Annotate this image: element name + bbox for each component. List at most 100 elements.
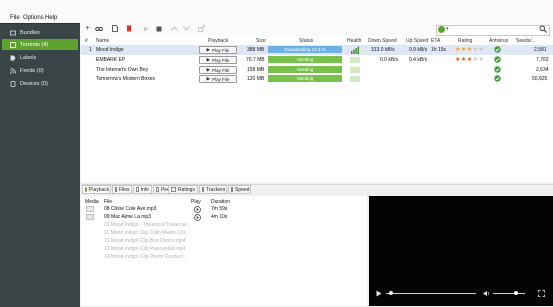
sidebar-item-label: Feeds (0) <box>20 67 44 74</box>
col-health[interactable]: Health <box>347 38 361 44</box>
health-bar <box>350 67 360 73</box>
file-name: 14 Mood Indigo Clip Pierre Conduct... <box>104 254 188 260</box>
health-bar <box>350 57 360 63</box>
file-name: 12 Mood Indigo Clip Bop Dance.mp4 <box>104 238 186 244</box>
files-col-file: File <box>104 199 113 205</box>
tab-speed[interactable]: Speed <box>228 185 251 194</box>
col-size[interactable]: Size <box>256 38 266 44</box>
speed-icon <box>231 187 233 192</box>
play-file-label: Play File <box>212 67 230 73</box>
file-duration: 4m 10s <box>211 214 228 220</box>
tab-label: Playback <box>89 186 110 193</box>
chevron-down-icon[interactable]: ▾ <box>446 26 449 32</box>
tab-label: Ratings <box>178 186 195 193</box>
antivirus-check-icon <box>494 46 501 55</box>
row-size: 158 MB <box>247 67 265 73</box>
play-icon[interactable] <box>376 290 382 299</box>
row-up-speed: 0.9 kB/s <box>409 47 428 53</box>
tab-playback[interactable]: Playback <box>82 185 111 194</box>
move-down-icon[interactable] <box>182 24 191 33</box>
tab-trackers[interactable]: Trackers <box>199 185 227 194</box>
torrents-icon <box>10 41 16 48</box>
start-icon[interactable] <box>141 24 150 33</box>
search-icon[interactable] <box>539 25 547 35</box>
antivirus-check-icon <box>494 56 501 65</box>
col-antivirus[interactable]: Antivirus <box>489 38 508 44</box>
rss-icon <box>10 67 16 74</box>
play-file-label: Play File <box>212 47 230 53</box>
sidebar-item-label: Torrents (4) <box>20 41 49 48</box>
volume-slider[interactable] <box>493 293 525 294</box>
play-file-button[interactable]: ▶ Play File <box>199 66 237 74</box>
play-icon: ▶ <box>206 47 211 52</box>
files-col-media: Media <box>85 199 99 205</box>
fullscreen-icon[interactable] <box>538 290 545 299</box>
tab-ratings[interactable]: Ratings <box>168 185 198 194</box>
file-name: 09 Mac Aime La.mp3 <box>104 214 151 220</box>
status-badge: Seeding <box>268 66 342 73</box>
tab-info[interactable]: Info <box>133 185 152 194</box>
search-input[interactable] <box>436 25 550 36</box>
add-icon[interactable]: + <box>83 24 92 33</box>
file-name: 01 Mood Indigo - Theatrical Trailer.av..… <box>104 222 191 228</box>
volume-icon[interactable] <box>483 290 490 299</box>
peers-icon <box>156 187 159 192</box>
col-status[interactable]: Status <box>299 38 313 44</box>
rating-stars[interactable]: ★★★★★ <box>455 56 484 63</box>
row-name: Mood Indigo <box>96 47 124 53</box>
row-seeds: 2,634 <box>536 67 549 73</box>
menu-options[interactable]: Options <box>23 15 44 21</box>
col-name[interactable]: Name <box>96 38 109 44</box>
labels-icon <box>10 55 16 61</box>
col-seeds[interactable]: Seeds/... <box>516 38 536 44</box>
playback-icon <box>85 187 87 192</box>
sidebar-item-labels[interactable]: Labels <box>2 52 78 63</box>
play-circle-icon[interactable] <box>194 214 201 223</box>
col-down-speed[interactable]: Down Speed <box>368 38 397 44</box>
ratings-icon <box>171 187 176 192</box>
menu-file[interactable]: File <box>10 15 20 21</box>
video-player[interactable] <box>369 196 553 306</box>
col-up-speed[interactable]: Up Speed <box>406 38 428 44</box>
row-size: 120 MB <box>247 76 265 82</box>
play-file-button[interactable]: ▶ Play File <box>199 56 237 64</box>
search-provider-icon[interactable] <box>438 26 445 33</box>
sidebar-item-devices[interactable]: Devices (0) <box>2 78 78 89</box>
sidebar-item-feeds[interactable]: Feeds (0) <box>2 65 78 76</box>
tab-label: Files <box>119 186 130 193</box>
col-rating[interactable]: Rating <box>458 38 472 44</box>
sidebar-item-torrents[interactable]: Torrents (4) <box>2 39 78 50</box>
devices-icon <box>10 80 16 87</box>
row-seeds: 2,581 <box>534 47 547 53</box>
status-badge: Downloading 13.3 % <box>268 46 342 53</box>
files-col-play: Play <box>191 199 201 205</box>
col-eta[interactable]: ETA <box>431 38 440 44</box>
volume-handle[interactable] <box>514 291 518 295</box>
row-down-speed: 0.0 kB/s <box>380 57 399 63</box>
create-torrent-icon[interactable] <box>110 24 119 33</box>
share-icon[interactable] <box>197 24 206 33</box>
rating-stars[interactable]: ★★★★★ <box>455 46 484 53</box>
remove-icon[interactable] <box>124 24 133 33</box>
stop-icon[interactable] <box>154 24 163 33</box>
play-file-button[interactable]: ▶ Play File <box>199 46 237 54</box>
col-num[interactable]: # <box>85 38 88 44</box>
play-icon: ▶ <box>206 76 211 81</box>
play-file-button[interactable]: ▶ Play File <box>199 75 237 83</box>
seek-bar[interactable] <box>386 293 476 294</box>
add-link-icon[interactable] <box>94 24 103 33</box>
row-size: 70.7 MB <box>246 57 265 63</box>
col-playback[interactable]: Playback <box>208 38 228 44</box>
menu-help[interactable]: Help <box>45 15 57 21</box>
sidebar-item-bundles[interactable]: Bundles <box>2 27 78 38</box>
play-file-label: Play File <box>212 57 230 63</box>
file-name: 08 Chloe Cole Ave.mp3 <box>104 206 157 212</box>
move-up-icon[interactable] <box>170 24 179 33</box>
seek-handle[interactable] <box>389 291 393 295</box>
sidebar-item-label: Bundles <box>20 29 40 36</box>
sidebar-item-label: Labels <box>20 54 37 61</box>
play-icon: ▶ <box>206 67 211 72</box>
row-seeds: 50,825 <box>532 76 548 82</box>
tab-label: Speed <box>235 186 250 193</box>
tab-files[interactable]: Files <box>112 185 132 194</box>
